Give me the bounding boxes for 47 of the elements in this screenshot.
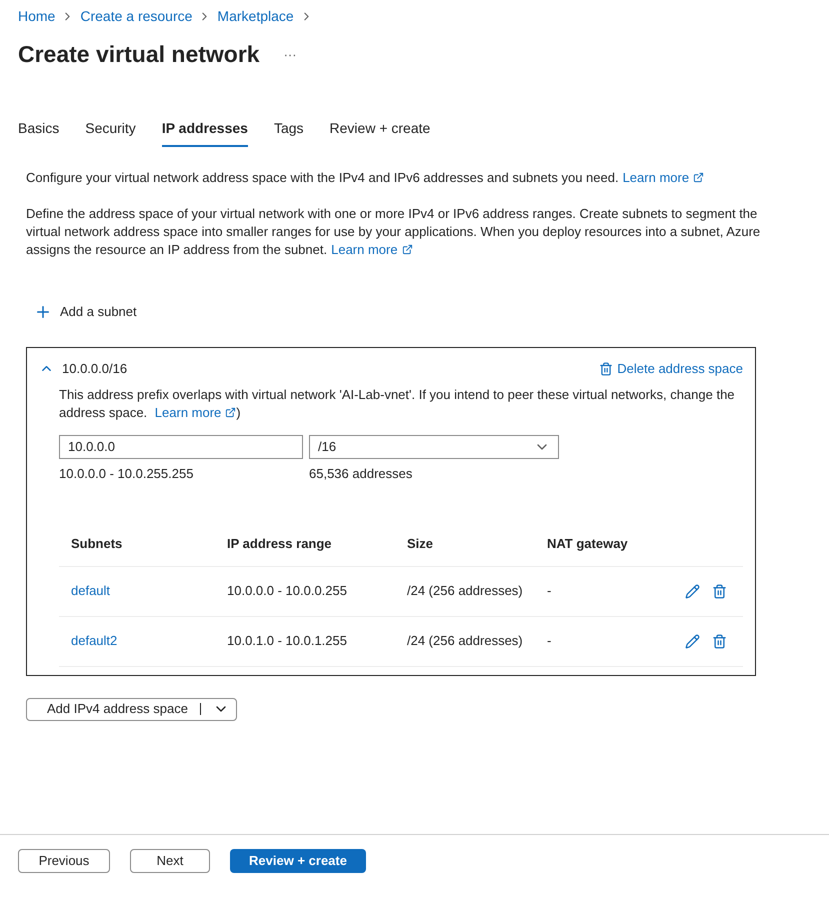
external-link-icon <box>693 172 704 183</box>
table-cell-text: /24 (256 addresses) <box>407 582 524 600</box>
breadcrumb-link[interactable]: Create a resource <box>80 6 192 27</box>
address-count-text: 65,536 addresses <box>309 464 412 482</box>
subnet-link[interactable]: default <box>71 583 110 598</box>
learn-more-link[interactable]: Learn more <box>154 404 236 422</box>
description-text: Define the address space of your virtual network with one or more IPv4 or IPv6 address ranges. Create subnets to segment the virtual network address space into smaller ranges for use by your applications. When you deploy resources into a subnet, Azure assigns the resource an IP address from the subnet. Learn more <box>26 204 762 258</box>
external-link-icon <box>402 244 413 255</box>
edit-icon[interactable] <box>685 634 700 648</box>
column-header: Subnets <box>70 535 124 553</box>
address-space-title: 10.0.0.0/16 <box>62 360 128 378</box>
tab[interactable]: Tags <box>274 118 304 146</box>
review-create-button[interactable]: Review + create <box>230 849 366 873</box>
more-button[interactable]: ··· <box>284 44 297 64</box>
delete-address-space-button[interactable]: Delete address space <box>599 360 743 378</box>
external-link-icon <box>225 407 236 418</box>
table-cell: - <box>547 582 552 600</box>
column-header: NAT gateway <box>547 535 629 553</box>
address-input[interactable]: 10.0.0.0 <box>59 434 303 458</box>
table-cell-text: 10.0.1.0 - 10.0.1.255 <box>227 632 348 650</box>
delete-icon[interactable] <box>712 634 727 648</box>
next-button[interactable]: Next <box>130 849 210 873</box>
tab[interactable]: IP addresses <box>162 118 248 146</box>
tab[interactable]: Basics <box>18 118 60 146</box>
previous-button[interactable]: Previous <box>18 849 110 873</box>
table-cell: - <box>547 632 552 650</box>
add-address-space-button[interactable]: Add IPv4 address space <box>26 698 237 720</box>
trash-icon <box>599 362 614 376</box>
learn-more-link[interactable]: Learn more <box>622 168 704 186</box>
learn-more-link[interactable]: Learn more <box>331 240 413 258</box>
breadcrumb-link[interactable]: Marketplace <box>217 6 294 27</box>
overlap-warning: This address prefix overlaps with virtual network 'AI-Lab-vnet'. If you intend to peer these virtual networks, change the address space. Learn more ) <box>59 386 736 422</box>
delete-icon[interactable] <box>712 584 727 598</box>
address-range-text: 10.0.0.0 - 10.0.255.255 <box>59 464 194 482</box>
intro-text: Configure your virtual network address space with the IPv4 and IPv6 addresses and subnets you need. Learn more <box>26 168 803 186</box>
table-cell-text: /24 (256 addresses) <box>407 632 524 650</box>
table-cell-text: 10.0.0.0 - 10.0.0.255 <box>227 582 348 600</box>
column-header: IP address range <box>227 535 333 553</box>
column-header: Size <box>407 535 434 553</box>
subnet-link[interactable]: default2 <box>71 633 118 648</box>
add-subnet-button[interactable]: Add a subnet <box>34 302 137 320</box>
page-title: Create virtual network <box>18 40 260 69</box>
tab[interactable]: Security <box>85 118 136 146</box>
tab[interactable]: Review + create <box>330 118 430 146</box>
breadcrumb-link[interactable]: Home <box>18 6 56 27</box>
prefix-dropdown[interactable]: /16 <box>309 434 559 458</box>
edit-icon[interactable] <box>685 584 700 598</box>
